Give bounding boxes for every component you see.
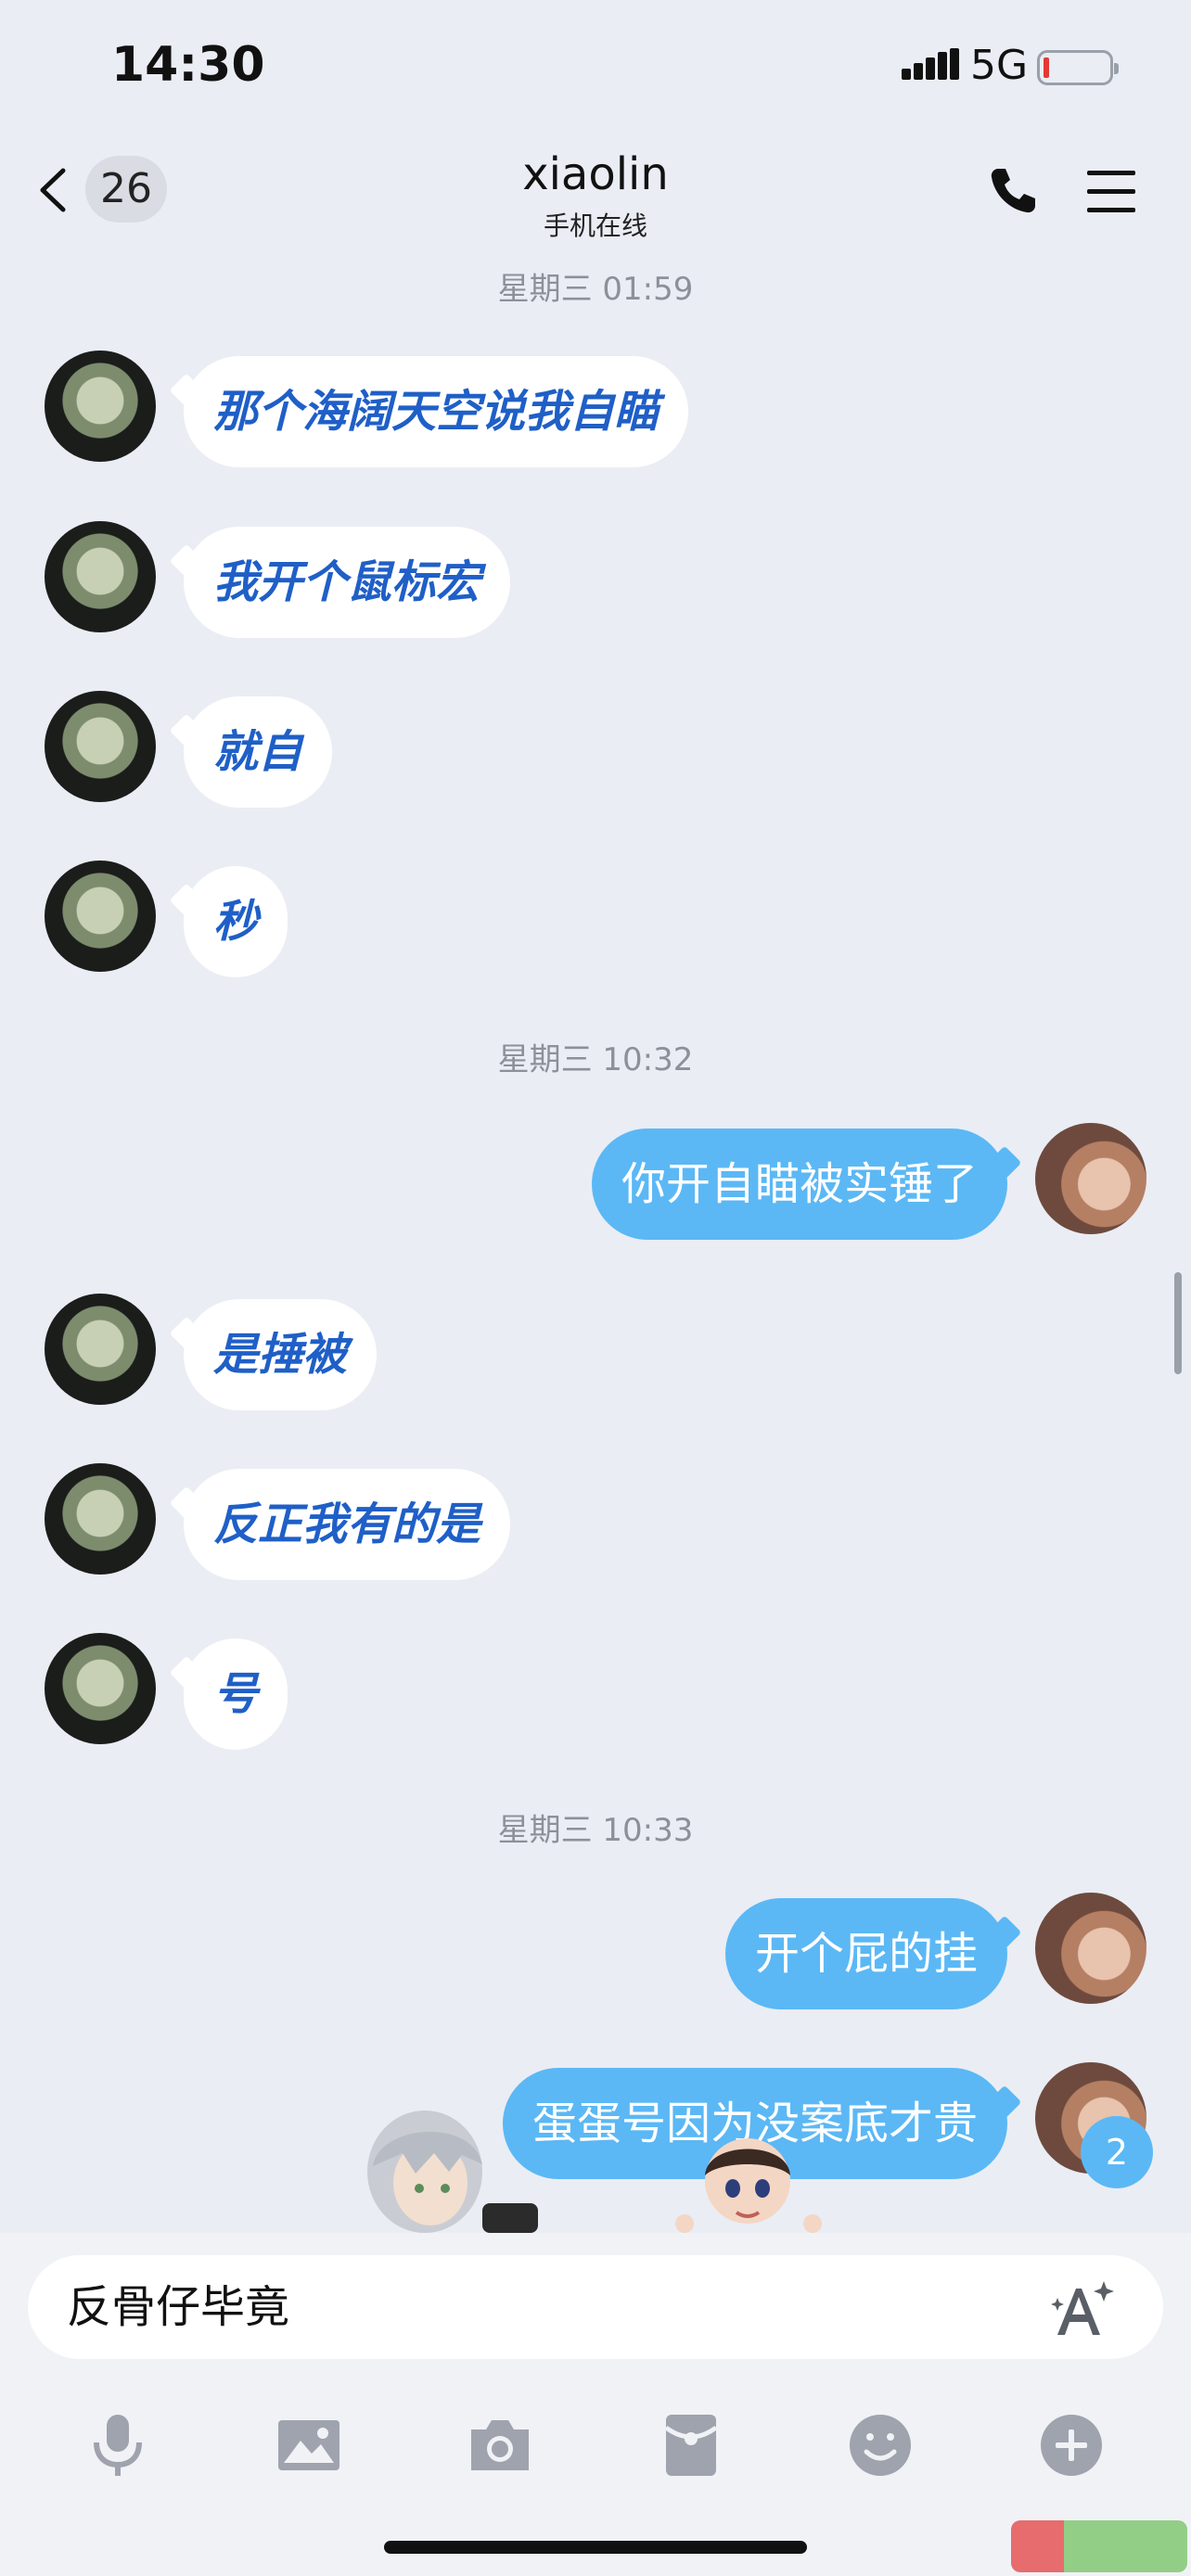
anime-character-sticker [367, 2111, 538, 2233]
cartoon-face-sticker [675, 2138, 822, 2233]
message-text: 反正我有的是 [213, 1498, 481, 1550]
message-text: 就自 [213, 726, 303, 778]
incoming-message[interactable]: 是捶被 [184, 1299, 378, 1410]
message-text: 号 [213, 1668, 259, 1720]
incoming-message[interactable]: 我开个鼠标宏 [184, 527, 511, 638]
image-icon[interactable] [275, 2411, 343, 2480]
incoming-message[interactable]: 反正我有的是 [184, 1469, 511, 1580]
watermark-logo [1011, 2520, 1187, 2572]
message-input-text: 反骨仔毕竟 [67, 2281, 290, 2333]
emoji-icon[interactable] [846, 2411, 915, 2480]
nav-bar: 26 xiaolin 手机在线 [0, 139, 1191, 260]
message-timestamp: 星期三 10:33 [497, 1812, 694, 1849]
camera-icon[interactable] [466, 2411, 534, 2480]
contact-avatar[interactable] [45, 1463, 156, 1575]
new-message-badge[interactable]: 2 [1081, 2116, 1153, 2188]
incoming-message[interactable]: 号 [184, 1639, 288, 1750]
home-indicator[interactable] [384, 2541, 807, 2554]
my-avatar[interactable] [1035, 1123, 1146, 1234]
message-text: 开个屁的挂 [754, 1928, 978, 1980]
contact-avatar[interactable] [45, 691, 156, 802]
incoming-message[interactable]: 那个海阔天空说我自瞄 [184, 356, 689, 467]
contact-avatar[interactable] [45, 521, 156, 632]
outgoing-message[interactable]: 你开自瞄被实锤了 [591, 1129, 1007, 1240]
battery-icon [1037, 50, 1119, 85]
phone-call-icon[interactable] [985, 163, 1041, 219]
contact-avatar[interactable] [45, 861, 156, 972]
contact-avatar[interactable] [45, 351, 156, 462]
incoming-message[interactable]: 就自 [184, 696, 333, 808]
scroll-indicator[interactable] [1174, 1272, 1182, 1374]
network-type: 5G [970, 42, 1029, 89]
message-timestamp: 星期三 10:32 [497, 1041, 694, 1078]
red-packet-icon[interactable] [657, 2411, 725, 2480]
input-toolbar [0, 2400, 1191, 2493]
message-timestamp: 星期三 01:59 [497, 271, 694, 308]
plus-icon[interactable] [1037, 2411, 1106, 2480]
status-bar: 14:30 5G [0, 0, 1191, 139]
status-time: 14:30 [111, 37, 265, 93]
contact-avatar[interactable] [45, 1294, 156, 1405]
message-text: 那个海阔天空说我自瞄 [213, 386, 660, 438]
message-input[interactable]: 反骨仔毕竟 [28, 2255, 1163, 2359]
outgoing-message[interactable]: 开个屁的挂 [724, 1898, 1007, 2009]
signal-strength-icon [902, 48, 959, 80]
message-text: 我开个鼠标宏 [213, 556, 481, 608]
my-avatar[interactable] [1035, 1893, 1146, 2004]
message-text: 是捶被 [213, 1329, 348, 1381]
menu-icon[interactable] [1085, 169, 1137, 215]
message-text: 秒 [213, 896, 259, 948]
contact-avatar[interactable] [45, 1633, 156, 1744]
text-style-icon[interactable] [1050, 2279, 1115, 2339]
message-text: 你开自瞄被实锤了 [621, 1158, 978, 1210]
incoming-message[interactable]: 秒 [184, 866, 288, 977]
microphone-icon[interactable] [83, 2411, 152, 2480]
